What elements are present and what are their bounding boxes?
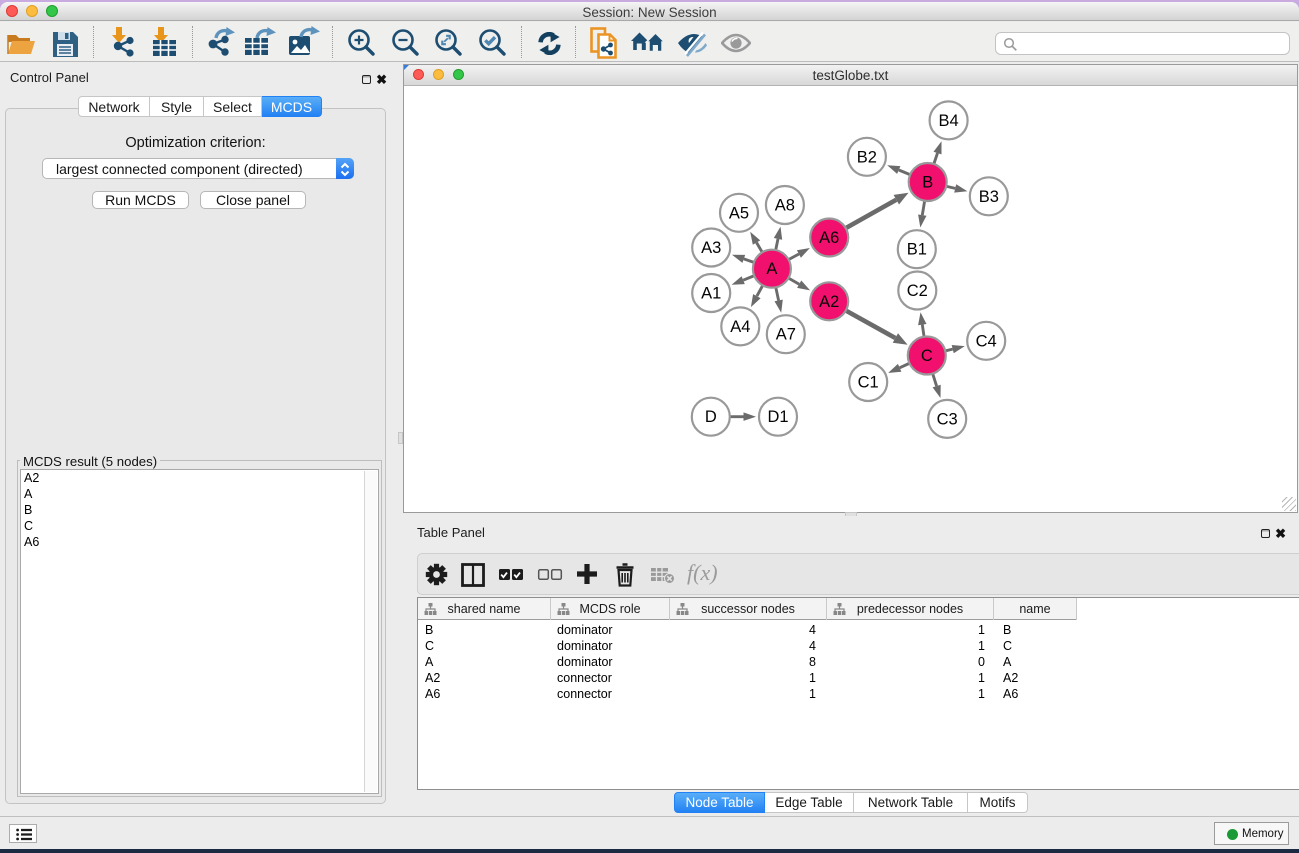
svg-text:B1: B1 (907, 241, 927, 259)
svg-text:A5: A5 (729, 204, 749, 222)
svg-text:C2: C2 (907, 282, 928, 300)
svg-text:C: C (921, 347, 933, 365)
svg-text:C1: C1 (858, 374, 879, 392)
svg-text:A1: A1 (701, 285, 721, 303)
svg-text:A6: A6 (819, 229, 839, 247)
svg-text:C3: C3 (937, 410, 958, 428)
svg-text:C4: C4 (976, 332, 997, 350)
svg-text:A8: A8 (775, 197, 795, 215)
svg-text:A4: A4 (730, 318, 750, 336)
svg-text:A: A (766, 260, 777, 278)
svg-text:B3: B3 (979, 188, 999, 206)
svg-text:B: B (922, 174, 933, 192)
svg-text:B4: B4 (939, 112, 959, 130)
svg-text:A7: A7 (776, 326, 796, 344)
svg-text:A2: A2 (819, 293, 839, 311)
svg-text:B2: B2 (857, 148, 877, 166)
svg-text:D: D (705, 408, 717, 426)
svg-text:A3: A3 (701, 239, 721, 257)
svg-text:D1: D1 (767, 408, 788, 426)
